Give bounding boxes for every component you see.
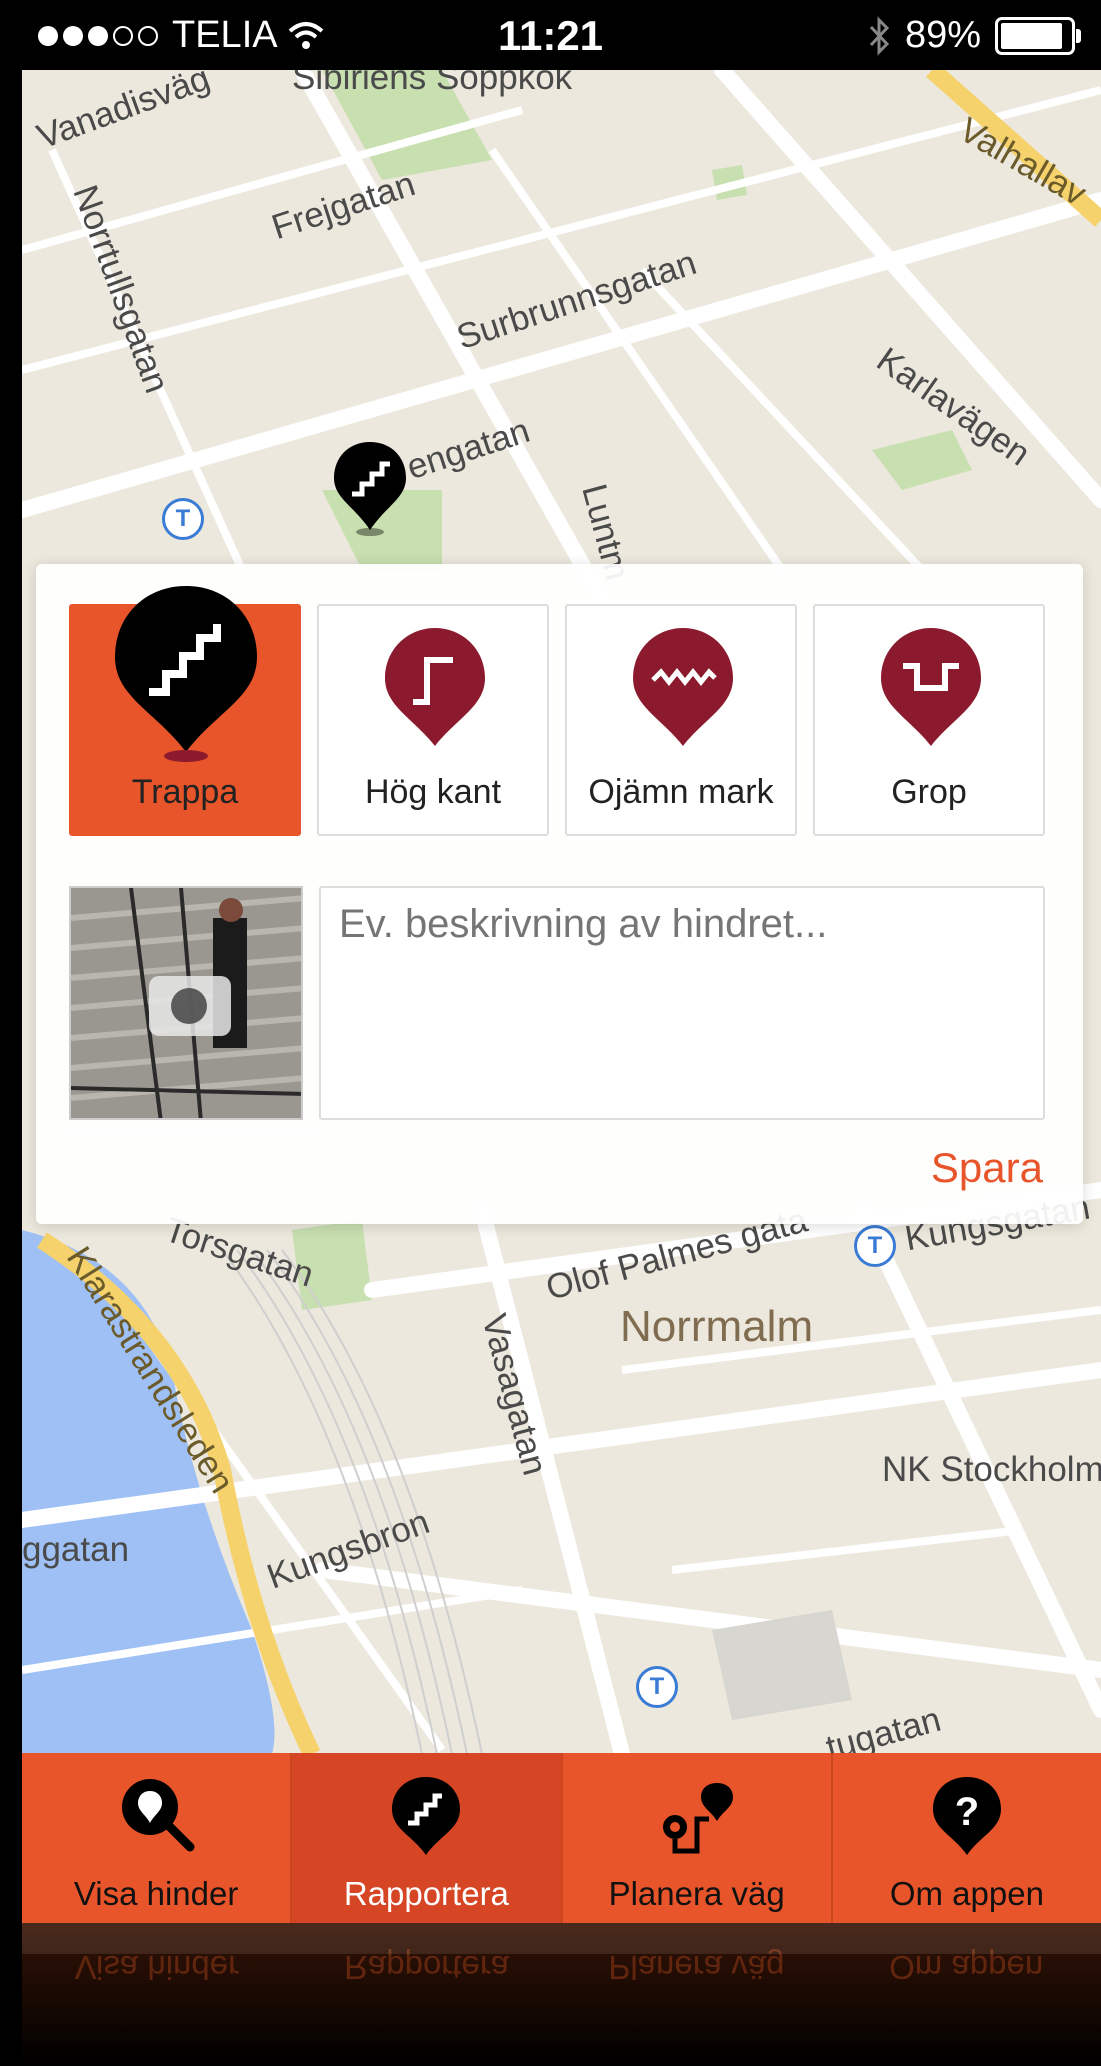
battery-icon xyxy=(995,16,1081,55)
svg-text:?: ? xyxy=(955,1790,979,1834)
type-button-trappa[interactable]: Trappa xyxy=(69,586,301,836)
tab-label: Planera väg xyxy=(608,1875,785,1912)
photo-image xyxy=(71,888,301,1118)
tab-visa-hinder[interactable]: Visa hinder xyxy=(22,1753,293,1923)
tab-planera-vag[interactable]: Planera väg xyxy=(563,1753,833,1923)
metro-station-icon[interactable]: T xyxy=(636,1666,678,1708)
type-button-grop[interactable]: Grop xyxy=(813,604,1045,836)
metro-station-icon[interactable]: T xyxy=(162,498,204,540)
type-label: Hög kant xyxy=(364,773,502,811)
tab-label: Visa hinder xyxy=(73,1875,239,1912)
status-bar: TELIA 11:21 89% xyxy=(0,0,1101,70)
tab-label: Om appen xyxy=(889,1875,1044,1912)
poi-label: Sibiriens Soppkök xyxy=(292,70,573,97)
type-button-ojamn-mark[interactable]: Ojämn mark xyxy=(565,604,797,836)
uneven-ground-icon xyxy=(633,628,733,746)
type-label: Ojämn mark xyxy=(588,773,774,811)
stairs-marker-icon[interactable] xyxy=(332,440,408,540)
reflection-label: Rapportera xyxy=(344,1949,510,1986)
tab-om-appen[interactable]: ? Om appen xyxy=(833,1753,1101,1923)
type-button-hog-kant[interactable]: Hög kant xyxy=(317,604,549,836)
pit-icon xyxy=(881,628,981,746)
stairs-pin-icon xyxy=(392,1777,461,1855)
poi-label: NK Stockholm xyxy=(882,1450,1101,1489)
route-icon xyxy=(662,1783,733,1854)
save-button[interactable]: Spara xyxy=(931,1144,1043,1192)
type-label: Grop xyxy=(891,773,967,811)
street-label: ggatan xyxy=(22,1530,130,1569)
tab-label: Rapportera xyxy=(343,1875,509,1912)
tab-rapportera[interactable]: Rapportera xyxy=(292,1753,563,1923)
metro-station-icon[interactable]: T xyxy=(854,1225,896,1267)
tab-bar: Visa hinder Rapportera Planera väg ? Om … xyxy=(22,1753,1101,1923)
system-indicators: 89% xyxy=(867,14,1081,57)
high-curb-icon xyxy=(385,628,485,746)
photo-thumbnail[interactable] xyxy=(69,886,303,1120)
reflection-label: Planera väg xyxy=(608,1949,785,1986)
stairs-icon xyxy=(115,586,257,762)
report-panel: Trappa Hög kant Ojämn mark Grop Ev. besk… xyxy=(36,564,1083,1224)
battery-percentage: 89% xyxy=(904,14,981,56)
tab-bar-reflection: Visa hinder Rapportera Planera väg Om ap… xyxy=(22,1923,1101,2066)
description-input[interactable] xyxy=(319,886,1045,1120)
reflection-label: Om appen xyxy=(889,1949,1044,1986)
reflection-label: Visa hinder xyxy=(74,1949,240,1986)
help-icon: ? xyxy=(932,1777,1001,1855)
bluetooth-icon xyxy=(869,15,890,56)
district-label: Norrmalm xyxy=(620,1302,814,1351)
search-pin-icon xyxy=(122,1779,195,1852)
type-label: Trappa xyxy=(131,773,239,811)
